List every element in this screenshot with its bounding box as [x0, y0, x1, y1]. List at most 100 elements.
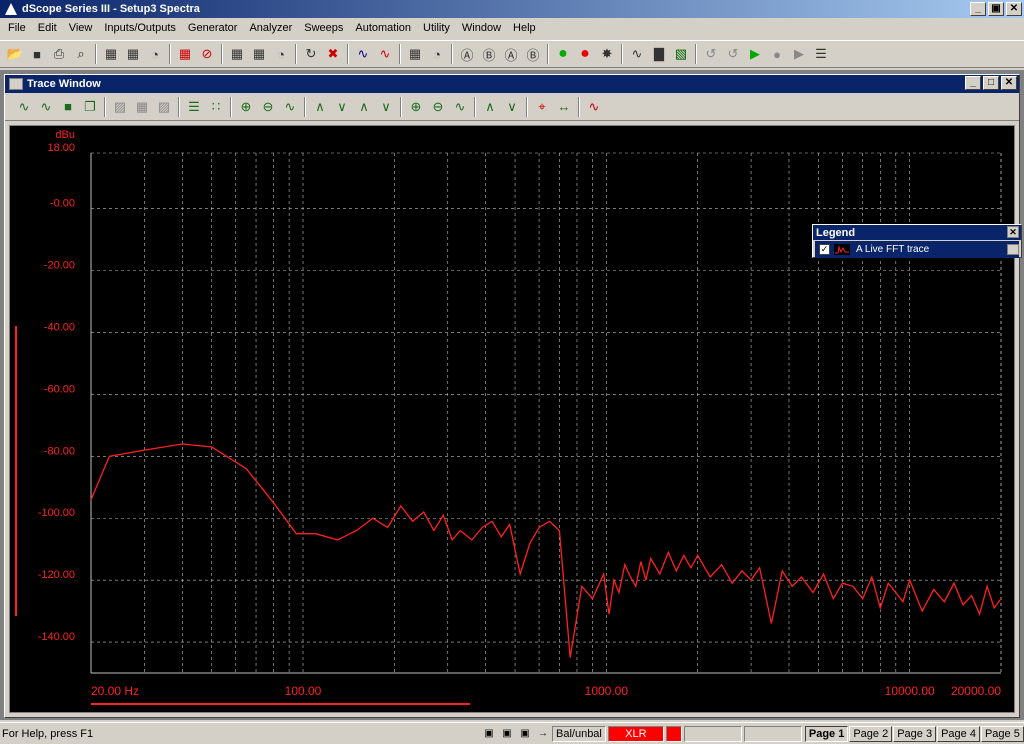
- channel-ab2-icon[interactable]: Ⓑ: [522, 43, 544, 65]
- peak-icon[interactable]: ∧: [479, 96, 501, 118]
- legend-copy-icon[interactable]: [1007, 244, 1019, 255]
- page-tab-1[interactable]: Page 1: [804, 725, 849, 742]
- analyzer-status-icon: ▣: [502, 728, 512, 739]
- main-toolbar: 📂 ■ ⎙ ⌕ ▦ ▦ ◔ ▦ ⊘ ▦ ▦ ◔ ↻ ✖ ∿ ∿ ▦ ◔ Ⓐ Ⓑ …: [0, 40, 1024, 68]
- page-tab-4[interactable]: Page 4: [937, 725, 980, 742]
- waveform-icon[interactable]: ∿: [352, 43, 374, 65]
- numbers-icon[interactable]: ∷: [205, 96, 227, 118]
- script-icon[interactable]: ☰: [810, 43, 832, 65]
- input-b-icon[interactable]: ▦: [248, 43, 270, 65]
- loop-icon[interactable]: ↻: [300, 43, 322, 65]
- start-icon[interactable]: ●: [552, 43, 574, 65]
- channel-b-icon[interactable]: Ⓑ: [478, 43, 500, 65]
- marker-remove-icon[interactable]: ⊖: [427, 96, 449, 118]
- fft-plot[interactable]: dBu 18.00 -0.00 -20.00 -40.00 -60.00 -80.00 -10…: [9, 125, 1022, 713]
- rewind-icon[interactable]: ↺: [700, 43, 722, 65]
- output-off-icon[interactable]: ▦: [174, 43, 196, 65]
- menu-automation[interactable]: Automation: [349, 22, 417, 34]
- page-tab-5[interactable]: Page 5: [980, 725, 1024, 742]
- y-tick-label: -20.00: [44, 260, 75, 272]
- x-tick-label: 1000.00: [585, 684, 629, 698]
- meter-icon[interactable]: ▦: [404, 43, 426, 65]
- menu-inputs-outputs[interactable]: Inputs/Outputs: [98, 22, 182, 34]
- menu-utility[interactable]: Utility: [417, 22, 456, 34]
- trace-minimize-button[interactable]: _: [965, 76, 981, 90]
- menu-window[interactable]: Window: [456, 22, 507, 34]
- scope-sweep-icon[interactable]: ✸: [596, 43, 618, 65]
- print-icon[interactable]: ⎙: [48, 43, 70, 65]
- print-preview-icon[interactable]: ⌕: [70, 43, 92, 65]
- disconnect-icon[interactable]: ✖: [322, 43, 344, 65]
- trace-icon[interactable]: ∿: [626, 43, 648, 65]
- restore-button[interactable]: ▣: [988, 2, 1004, 16]
- menu-analyzer[interactable]: Analyzer: [243, 22, 298, 34]
- marker-wave-icon[interactable]: ∿: [449, 96, 471, 118]
- trace-swatch-icon: [834, 244, 850, 255]
- zoom-out-icon[interactable]: ⊖: [257, 96, 279, 118]
- step-icon[interactable]: ▶: [788, 43, 810, 65]
- legend-close-icon[interactable]: ✕: [1007, 226, 1019, 238]
- legend-entry-label: A Live FFT trace: [856, 244, 930, 255]
- play-icon[interactable]: ▶: [744, 43, 766, 65]
- output-gauge-icon[interactable]: ◔: [144, 43, 166, 65]
- cursor-b-icon[interactable]: ∨: [331, 96, 353, 118]
- cursor-a-icon[interactable]: ∧: [309, 96, 331, 118]
- swap-icon[interactable]: ↔: [553, 96, 575, 118]
- offset-icon[interactable]: ⌖: [531, 96, 553, 118]
- cursor-c-icon[interactable]: ∧: [353, 96, 375, 118]
- input-gauge-icon[interactable]: ◔: [270, 43, 292, 65]
- menu-help[interactable]: Help: [507, 22, 542, 34]
- record-icon[interactable]: ●: [574, 43, 596, 65]
- trace-close-button[interactable]: ✕: [1001, 76, 1017, 90]
- rewind-all-icon[interactable]: ↺: [722, 43, 744, 65]
- input-status-icon: ▣: [520, 728, 530, 739]
- waveform-off-icon[interactable]: ∿: [374, 43, 396, 65]
- minimize-button[interactable]: _: [970, 2, 986, 16]
- autoscale-icon[interactable]: ∿: [279, 96, 301, 118]
- stop-icon[interactable]: ●: [766, 43, 788, 65]
- graph-icon[interactable]: ▧: [670, 43, 692, 65]
- scope-icon[interactable]: ◔: [426, 43, 448, 65]
- list-icon[interactable]: ☰: [183, 96, 205, 118]
- output-b-icon[interactable]: ▦: [122, 43, 144, 65]
- trace-settings-icon[interactable]: ∿: [35, 96, 57, 118]
- trace-maximize-button[interactable]: □: [983, 76, 999, 90]
- save-icon[interactable]: ■: [26, 43, 48, 65]
- menu-file[interactable]: File: [2, 22, 32, 34]
- input-a-icon[interactable]: ▦: [226, 43, 248, 65]
- legend-panel[interactable]: Legend ✕ ✓ A Live FFT trace: [812, 224, 1022, 258]
- legend-checkbox[interactable]: ✓: [819, 244, 830, 255]
- x-tick-label: 10000.00: [885, 684, 935, 698]
- legend-title-bar: Legend ✕: [813, 225, 1021, 240]
- table-icon[interactable]: ▦: [131, 96, 153, 118]
- trough-icon[interactable]: ∨: [501, 96, 523, 118]
- y-unit-label: dBu: [55, 129, 75, 141]
- legend-entry[interactable]: ✓ A Live FFT trace: [815, 241, 1019, 258]
- y-tick-label: -100.00: [38, 507, 75, 519]
- output-mute-icon[interactable]: ⊘: [196, 43, 218, 65]
- y-tick-label: -140.00: [38, 631, 75, 643]
- page-tab-2[interactable]: Page 2: [849, 725, 893, 742]
- channel-ab-icon[interactable]: Ⓐ: [500, 43, 522, 65]
- copy-trace-icon[interactable]: ❐: [79, 96, 101, 118]
- spectrum-icon[interactable]: ▇: [648, 43, 670, 65]
- status-help-text: For Help, press F1: [2, 727, 94, 740]
- save-trace-icon[interactable]: ■: [57, 96, 79, 118]
- add-trace-icon[interactable]: ∿: [13, 96, 35, 118]
- zoom-in-icon[interactable]: ⊕: [235, 96, 257, 118]
- marker-add-icon[interactable]: ⊕: [405, 96, 427, 118]
- output-a-icon[interactable]: ▦: [100, 43, 122, 65]
- overlay-icon[interactable]: ▨: [109, 96, 131, 118]
- menu-sweeps[interactable]: Sweeps: [298, 22, 349, 34]
- channel-a-icon[interactable]: Ⓐ: [456, 43, 478, 65]
- menu-view[interactable]: View: [63, 22, 99, 34]
- page-tab-3[interactable]: Page 3: [893, 725, 937, 742]
- scale-icon[interactable]: ▨: [153, 96, 175, 118]
- menu-generator[interactable]: Generator: [182, 22, 244, 34]
- cursor-d-icon[interactable]: ∨: [375, 96, 397, 118]
- app-title: dScope Series III - Setup3 Spectra: [22, 3, 200, 15]
- menu-edit[interactable]: Edit: [32, 22, 63, 34]
- open-icon[interactable]: 📂: [4, 43, 26, 65]
- trace-color-icon[interactable]: ∿: [583, 96, 605, 118]
- close-button[interactable]: ✕: [1006, 2, 1022, 16]
